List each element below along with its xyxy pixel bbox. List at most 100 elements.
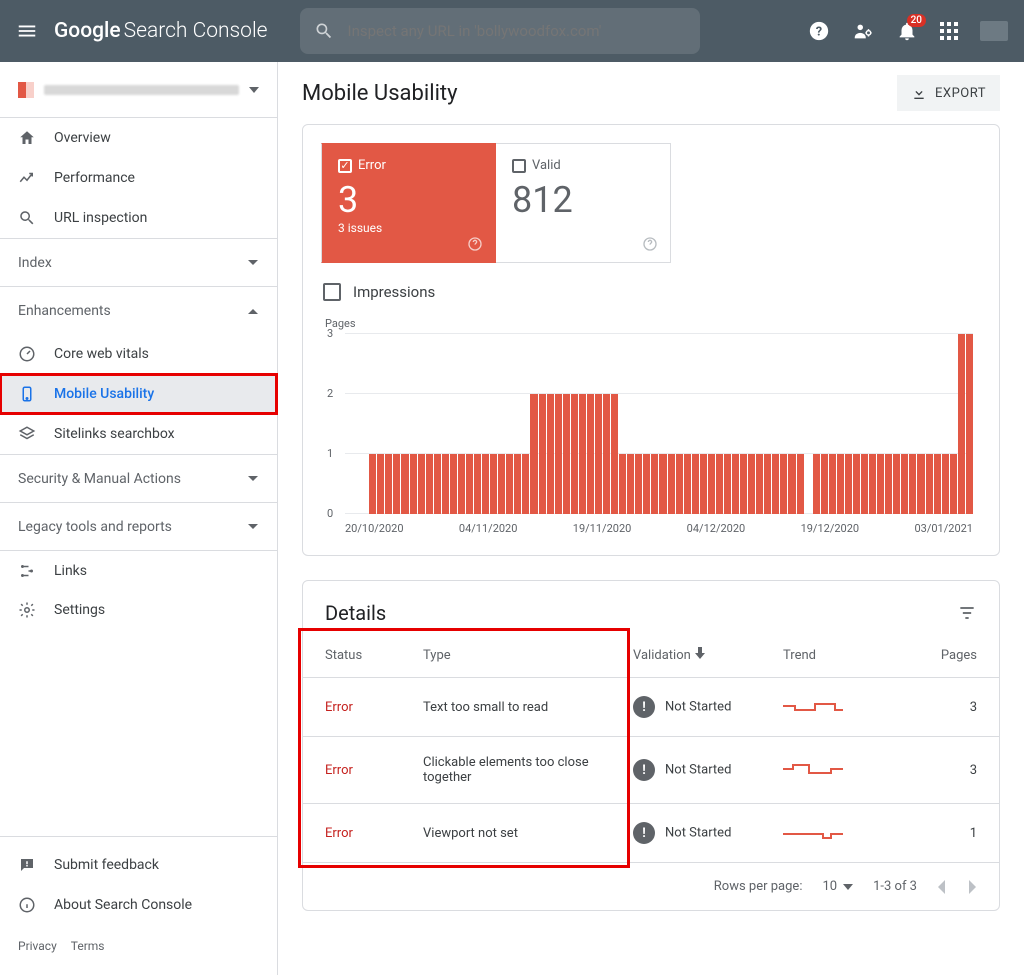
sidebar-section-index[interactable]: Index — [0, 238, 277, 286]
status-chip-error[interactable]: Error 3 3 issues — [321, 143, 496, 263]
privacy-link[interactable]: Privacy — [18, 939, 57, 953]
col-pages[interactable]: Pages — [893, 633, 999, 678]
chip-label: Valid — [532, 158, 561, 173]
section-label: Legacy tools and reports — [18, 519, 172, 535]
checkbox-icon — [338, 159, 352, 173]
feedback-icon — [18, 856, 36, 874]
sidebar-item-mobile-usability[interactable]: Mobile Usability — [0, 374, 277, 414]
col-type[interactable]: Type — [413, 633, 623, 678]
sidebar-item-performance[interactable]: Performance — [0, 158, 277, 198]
menu-icon[interactable] — [16, 20, 38, 42]
chart-bar — [724, 454, 731, 514]
table-row[interactable]: ErrorClickable elements too close togeth… — [303, 737, 999, 804]
pages-chart: Pages 0123 20/10/202004/11/202019/11/202… — [303, 301, 999, 555]
col-status[interactable]: Status — [303, 633, 413, 678]
search-icon — [314, 21, 334, 41]
status-chart-card: Error 3 3 issues Valid 812 Impressions P… — [302, 124, 1000, 556]
section-label: Enhancements — [18, 303, 111, 319]
filter-icon[interactable] — [957, 603, 977, 623]
chart-bar — [410, 454, 417, 514]
cell-pages: 3 — [893, 737, 999, 804]
sidebar-item-links[interactable]: Links — [0, 550, 277, 590]
layers-icon — [18, 425, 36, 443]
chart-bar — [700, 454, 707, 514]
url-search-input[interactable] — [346, 21, 686, 41]
apps-icon[interactable] — [940, 22, 958, 40]
chart-bar — [853, 454, 860, 514]
sidebar-item-settings[interactable]: Settings — [0, 590, 277, 630]
account-avatar[interactable] — [980, 21, 1008, 41]
chart-bar — [748, 454, 755, 514]
chart-bar — [958, 334, 965, 514]
help-icon[interactable] — [642, 236, 658, 252]
header-actions: ? 20 — [808, 20, 1008, 42]
next-page-icon[interactable] — [967, 880, 977, 894]
cell-type: Text too small to read — [413, 678, 623, 737]
chip-value: 3 — [338, 179, 479, 221]
sidebar-item-label: Performance — [54, 170, 135, 186]
chart-bar — [692, 454, 699, 514]
col-trend[interactable]: Trend — [773, 633, 893, 678]
sidebar-section-security[interactable]: Security & Manual Actions — [0, 454, 277, 502]
trend-icon — [18, 169, 36, 187]
chart-bar — [780, 454, 787, 514]
url-search[interactable] — [300, 8, 700, 54]
pager-rows-label: Rows per page: — [714, 879, 803, 894]
sidebar: Overview Performance URL inspection Inde… — [0, 62, 278, 975]
main-content: Mobile Usability EXPORT Error 3 3 issues… — [278, 62, 1024, 975]
checkbox-icon — [323, 283, 341, 301]
page-header: Mobile Usability EXPORT — [278, 62, 1024, 124]
checkbox-icon — [512, 159, 526, 173]
chart-bar — [450, 454, 457, 514]
chart-bar — [668, 454, 675, 514]
table-row[interactable]: ErrorViewport not set!Not Started1 — [303, 804, 999, 863]
impressions-toggle[interactable]: Impressions — [303, 263, 999, 301]
chip-subtext: 3 issues — [338, 221, 479, 235]
cell-pages: 3 — [893, 678, 999, 737]
sidebar-section-legacy[interactable]: Legacy tools and reports — [0, 502, 277, 550]
prev-page-icon[interactable] — [937, 880, 947, 894]
chart-bar — [926, 454, 933, 514]
chart-bar — [788, 454, 795, 514]
help-icon[interactable]: ? — [808, 20, 830, 42]
property-selector[interactable] — [0, 62, 277, 118]
status-chip-valid[interactable]: Valid 812 — [496, 143, 671, 263]
table-row[interactable]: ErrorText too small to read!Not Started3 — [303, 678, 999, 737]
phone-icon — [18, 385, 36, 403]
impressions-label: Impressions — [353, 283, 435, 301]
chip-label: Error — [358, 158, 386, 173]
notifications-button[interactable]: 20 — [896, 20, 918, 42]
chart-bar — [740, 454, 747, 514]
pager-rows-select[interactable]: 10 — [822, 879, 853, 894]
sidebar-item-about[interactable]: About Search Console — [0, 885, 277, 925]
export-button[interactable]: EXPORT — [897, 75, 1000, 111]
chart-bar — [482, 454, 489, 514]
chart-bar — [369, 454, 376, 514]
validation-badge-icon: ! — [633, 822, 655, 844]
cell-type: Clickable elements too close together — [413, 737, 623, 804]
sidebar-item-label: Mobile Usability — [54, 386, 154, 402]
details-card: Details Status Type Validation Trend Pag… — [302, 580, 1000, 911]
app-header: Google Search Console ? 20 — [0, 0, 1024, 62]
cell-status: Error — [303, 804, 413, 863]
gear-icon — [18, 601, 36, 619]
sidebar-item-overview[interactable]: Overview — [0, 118, 277, 158]
chart-bar — [426, 454, 433, 514]
help-icon[interactable] — [467, 236, 483, 252]
logo-product: Search Console — [124, 19, 268, 43]
manage-users-icon[interactable] — [852, 20, 874, 42]
col-validation[interactable]: Validation — [623, 633, 773, 678]
sidebar-item-sitelinks[interactable]: Sitelinks searchbox — [0, 414, 277, 454]
sidebar-section-enhancements[interactable]: Enhancements — [0, 286, 277, 334]
validation-badge-icon: ! — [633, 696, 655, 718]
chart-bar — [498, 454, 505, 514]
sidebar-item-core-web-vitals[interactable]: Core web vitals — [0, 334, 277, 374]
chart-bar — [901, 454, 908, 514]
chevron-down-icon — [247, 523, 259, 531]
chart-bar — [716, 454, 723, 514]
terms-link[interactable]: Terms — [71, 939, 105, 953]
sidebar-item-url-inspection[interactable]: URL inspection — [0, 198, 277, 238]
chart-bar — [579, 394, 586, 514]
chart-bar — [635, 454, 642, 514]
sidebar-item-feedback[interactable]: Submit feedback — [0, 845, 277, 885]
